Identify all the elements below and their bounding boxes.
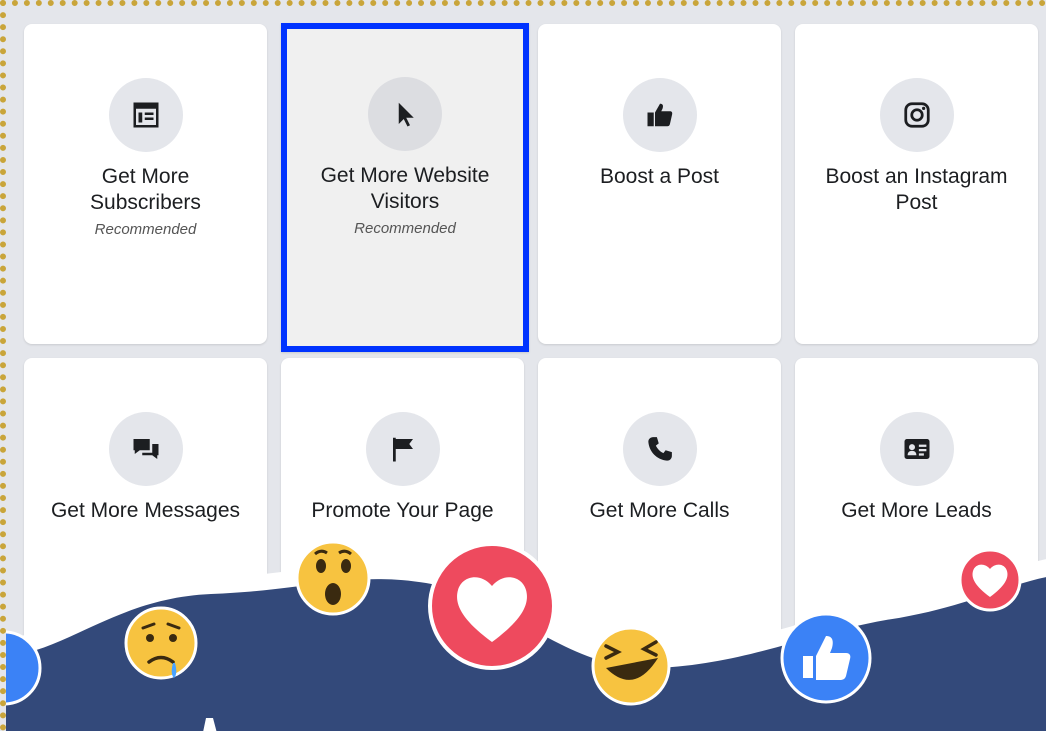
contact-card-icon <box>879 412 954 486</box>
goal-card-get-more-leads[interactable]: Get More Leads <box>795 358 1038 698</box>
recommended-label: Recommended <box>354 220 456 237</box>
card-title: Boost a Post <box>599 165 720 188</box>
card-title: Get More Leads <box>841 499 992 522</box>
instagram-icon <box>879 78 954 152</box>
app-frame: Get More Subscribers Recommended Get Mor… <box>0 0 1046 731</box>
card-title: Get More Messages <box>50 499 241 522</box>
card-title: Promote Your Page <box>311 499 494 522</box>
card-title: Boost an Instagram Post <box>825 165 1008 214</box>
thumbs-up-icon <box>622 78 697 152</box>
goal-card-get-more-calls[interactable]: Get More Calls <box>538 358 781 698</box>
goal-card-get-more-subscribers[interactable]: Get More Subscribers Recommended <box>24 24 267 344</box>
recommended-label: Recommended <box>94 221 197 238</box>
subscribers-icon <box>108 78 183 152</box>
card-title: Get More Subscribers Recommended <box>34 164 257 244</box>
goal-card-boost-instagram-post[interactable]: Boost an Instagram Post <box>795 24 1038 344</box>
card-title: Get More Calls <box>589 499 730 522</box>
chat-icon <box>108 412 183 486</box>
phone-icon <box>622 412 697 486</box>
hand-icon <box>203 718 217 731</box>
goal-card-boost-a-post[interactable]: Boost a Post <box>538 24 781 344</box>
card-title: Get More Website Visitors Recommended <box>297 163 513 243</box>
goal-card-get-more-messages[interactable]: Get More Messages <box>24 358 267 698</box>
goal-card-promote-your-page[interactable]: Promote Your Page <box>281 358 524 698</box>
cursor-icon <box>368 77 442 151</box>
goal-card-get-more-website-visitors[interactable]: Get More Website Visitors Recommended <box>281 23 529 352</box>
flag-icon <box>365 412 440 486</box>
